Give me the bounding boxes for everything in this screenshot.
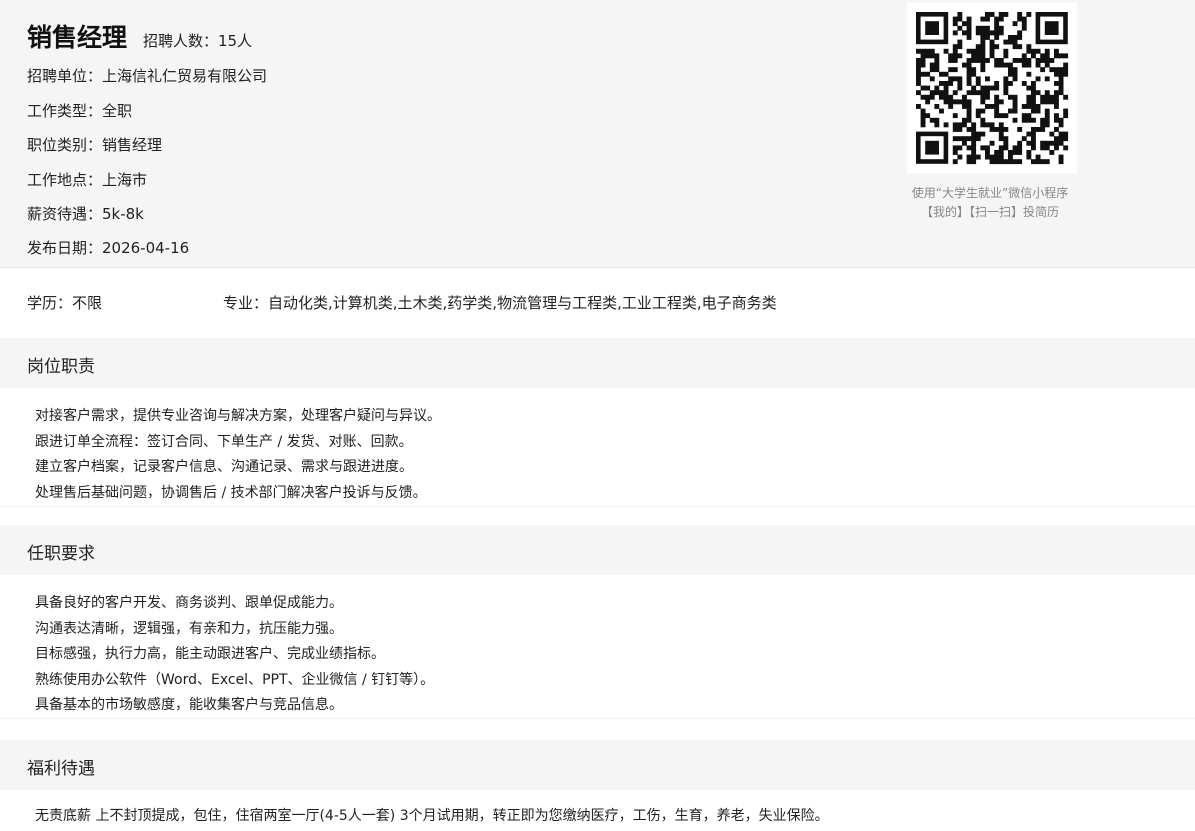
section-duties-header: 岗位职责 — [0, 338, 1195, 388]
qr-code-graphic — [916, 12, 1069, 165]
section-qualifications-header: 任职要求 — [0, 525, 1195, 575]
section-qualifications-body: 具备良好的客户开发、商务谈判、跟单促成能力。 沟通表达清晰，逻辑强，有亲和力，抗… — [35, 591, 434, 719]
list-item: 处理售后基础问题，协调售后 / 技术部门解决客户投诉与反馈。 — [35, 484, 427, 501]
job-title: 销售经理 — [27, 23, 128, 52]
info-job-type: 工作类型：全职 — [27, 102, 133, 120]
section-benefits-body: 无责底薪 上不封顶提成，包住，住宿两室一厅(4-5人一套) 3个月试用期，转正即… — [35, 804, 829, 830]
title-row: 销售经理 招聘人数：15人 — [27, 18, 252, 54]
info-location: 工作地点：上海市 — [27, 171, 148, 189]
section-benefits-title: 福利待遇 — [27, 759, 95, 779]
list-item: 沟通表达清晰，逻辑强，有亲和力，抗压能力强。 — [35, 620, 343, 637]
info-salary: 薪资待遇：5k-8k — [27, 205, 144, 223]
list-item: 熟练使用办公软件（Word、Excel、PPT、企业微信 / 钉钉等）。 — [35, 671, 435, 688]
list-item: 跟进订单全流程：签订合同、下单生产 / 发货、对账、回款。 — [35, 433, 413, 450]
list-item: 具备良好的客户开发、商务谈判、跟单促成能力。 — [35, 595, 343, 611]
list-item: 建立客户档案，记录客户信息、沟通记录、需求与跟进进度。 — [35, 459, 413, 475]
section-qualifications-title: 任职要求 — [27, 544, 95, 564]
divider — [0, 506, 1195, 507]
qr-caption-line2: 【我的】【扫一扫】投简历 — [920, 205, 1059, 219]
list-item: 目标感强，执行力高，能主动跟进客户、完成业绩指标。 — [35, 646, 385, 662]
divider — [0, 718, 1195, 719]
section-benefits-header: 福利待遇 — [0, 740, 1195, 790]
list-item: 具备基本的市场敏感度，能收集客户与竞品信息。 — [35, 697, 343, 713]
info-job-category: 职位类别：销售经理 — [27, 136, 163, 154]
list-item: 无责底薪 上不封顶提成，包住，住宿两室一厅(4-5人一套) 3个月试用期，转正即… — [35, 808, 829, 824]
section-duties-body: 对接客户需求，提供专业咨询与解决方案，处理客户疑问与异议。 跟进订单全流程：签订… — [35, 404, 441, 506]
info-employer: 招聘单位：上海信礼仁贸易有限公司 — [27, 67, 268, 85]
major-requirement: 专业：自动化类,计算机类,土木类,药学类,物流管理与工程类,工业工程类,电子商务… — [223, 294, 777, 312]
hire-count: 招聘人数：15人 — [143, 32, 253, 50]
list-item: 对接客户需求，提供专业咨询与解决方案，处理客户疑问与异议。 — [35, 408, 441, 424]
job-header: 销售经理 招聘人数：15人 招聘单位：上海信礼仁贸易有限公司 工作类型：全职 职… — [0, 0, 1195, 268]
section-duties-title: 岗位职责 — [27, 357, 95, 377]
qr-caption-line1: 使用“大学生就业”微信小程序 — [911, 186, 1069, 200]
info-publish-date: 发布日期：2026-04-16 — [27, 239, 190, 257]
education-requirement: 学历：不限 — [27, 294, 103, 312]
qr-code-icon[interactable] — [907, 3, 1077, 173]
